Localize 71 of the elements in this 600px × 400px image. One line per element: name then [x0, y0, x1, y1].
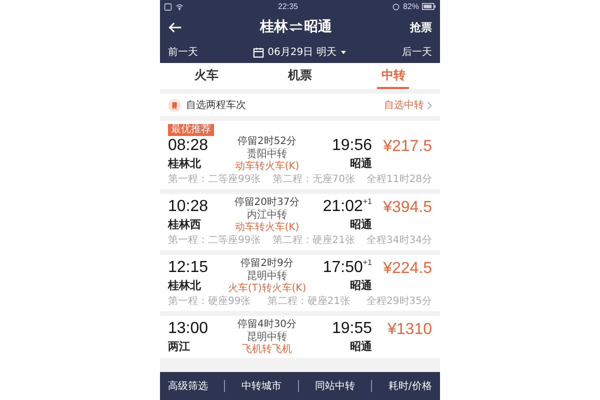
arrival-time: 19:56	[332, 136, 372, 156]
arrival-station: 昭通	[350, 217, 372, 233]
calendar-icon	[252, 46, 264, 58]
filter-button[interactable]: 高级筛选	[168, 379, 208, 393]
departure-station: 两江	[168, 339, 191, 355]
custom-route-label: 自选两程车次	[186, 98, 246, 112]
trip-card[interactable]: 13:00 两江 停留4时30分 昆明中转 飞机转飞机 19:55 昭通 ¥1310	[160, 316, 440, 358]
battery-icon	[422, 3, 436, 10]
first-leg-seats: 第一程：二等座99张	[168, 234, 261, 248]
destination-city: 昭通	[304, 18, 332, 36]
previous-day-button[interactable]: 前一天	[168, 45, 198, 59]
price: ¥217.5	[383, 137, 432, 157]
second-leg-seats: 第二程：硬座21张	[267, 295, 350, 309]
train-icon	[168, 98, 181, 112]
departure-station: 桂林北	[168, 278, 202, 294]
chevron-right-icon	[427, 100, 432, 110]
filter-button[interactable]: 同站中转	[314, 379, 355, 393]
next-day-mark: +1	[362, 197, 372, 206]
wifi-icon	[175, 2, 184, 10]
grab-ticket-button[interactable]: 抢票	[410, 20, 432, 34]
date-picker[interactable]: 06月29日 明天	[252, 45, 348, 59]
departure-time: 12:15	[168, 258, 210, 278]
first-leg-seats: 第一程：硬座99张	[168, 295, 251, 309]
next-day-button[interactable]: 后一天	[402, 45, 432, 59]
arrival-time: 17:50	[322, 258, 363, 278]
stopover-duration: 停留4时30分	[237, 319, 297, 331]
departure-time: 10:28	[168, 197, 210, 217]
transfer-city: 昆明中转	[247, 331, 287, 344]
transport-mode: 动车转火车(K)	[234, 222, 300, 234]
tab[interactable]: 机票	[284, 63, 316, 89]
arrival-station: 昭通	[350, 339, 372, 355]
recommend-badge: 最优推荐	[168, 124, 214, 136]
transfer-city: 贵阳中转	[247, 148, 287, 161]
battery-percent: 82%	[402, 2, 419, 11]
second-leg-seats: 第二程：硬座21张	[272, 234, 355, 248]
back-arrow-icon	[168, 22, 182, 32]
departure-station: 桂林西	[168, 217, 202, 233]
stopover-duration: 停留2时9分	[240, 258, 294, 270]
stopover-duration: 停留2时52分	[237, 136, 297, 148]
stopover-duration: 停留20时37分	[234, 197, 300, 209]
price: ¥394.5	[383, 198, 432, 218]
transport-mode: 动车转火车(K)	[234, 161, 300, 173]
total-duration: 全程29时35分	[366, 295, 432, 309]
departure-station: 桂林北	[168, 156, 202, 172]
departure-time: 13:00	[168, 319, 210, 339]
arrival-time: 19:55	[332, 319, 372, 339]
trip-card[interactable]: 最优推荐 08:28 桂林北 停留2时52分 贵阳中转 动车转火车(K) 19:56 昭通 ¥217.5 第一程：二等座99张 第二程：无座70张 全程11时28分	[160, 121, 440, 189]
transport-mode: 飞机转飞机	[242, 344, 292, 356]
tab[interactable]: 火车	[190, 63, 223, 89]
transfer-city: 昆明中转	[247, 270, 287, 283]
second-leg-seats: 第二程：无座70张	[272, 173, 355, 187]
filter-button[interactable]: 耗时/价格	[388, 379, 432, 393]
arrival-station: 昭通	[350, 278, 372, 294]
arrival-time: 21:02	[322, 197, 363, 217]
first-leg-seats: 第一程：二等座99张	[168, 173, 261, 187]
arrival-station: 昭通	[350, 156, 372, 172]
price: ¥224.5	[383, 259, 432, 279]
transport-mode: 火车(T)转火车(K)	[228, 283, 306, 295]
transfer-city: 内江中转	[247, 209, 287, 222]
price: ¥1310	[388, 320, 432, 340]
origin-city: 桂林	[260, 18, 288, 36]
status-time: 22:35	[278, 2, 298, 11]
total-duration: 全程34时34分	[366, 234, 432, 248]
next-day-mark: +1	[362, 258, 372, 267]
total-duration: 全程11时28分	[366, 173, 432, 187]
filter-button[interactable]: 中转城市	[242, 379, 282, 393]
departure-time: 08:28	[168, 136, 210, 156]
custom-route-row[interactable]: 自选两程车次 自选中转	[160, 94, 440, 116]
swap-icon	[289, 22, 303, 32]
back-button[interactable]	[168, 22, 182, 32]
caret-icon	[340, 50, 348, 54]
